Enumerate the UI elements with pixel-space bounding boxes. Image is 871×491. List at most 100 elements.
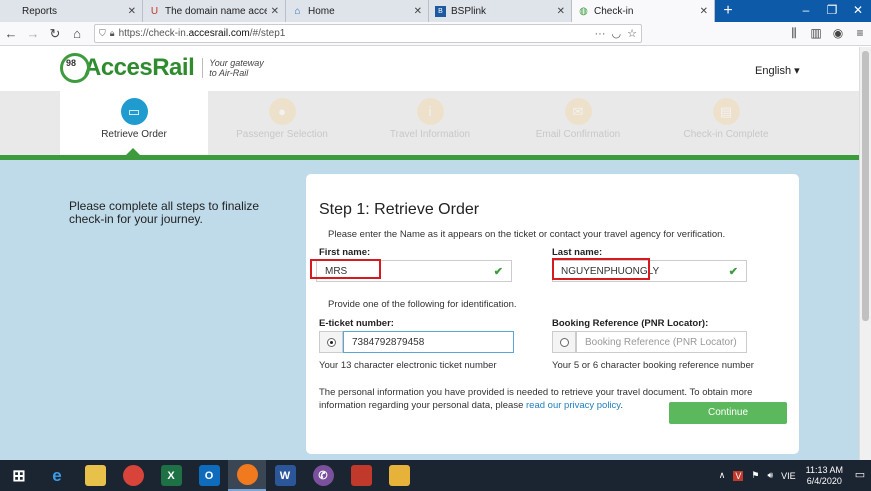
speaker-icon[interactable]: 🔊︎: [767, 470, 773, 481]
close-icon[interactable]: ✕: [414, 6, 422, 17]
intro-text: Please complete all steps to finalize ch…: [69, 199, 260, 226]
forward-arrow-icon[interactable]: →: [22, 23, 44, 45]
info-icon: i: [416, 98, 444, 125]
windows-start-icon[interactable]: ⊞: [0, 460, 38, 491]
restore-icon[interactable]: ❐: [819, 0, 845, 22]
system-tray: ∧ V ⚑ 🔊︎ VIE 11:13 AM 6/4/2020 ▭: [715, 460, 871, 491]
checkmark-icon: ✔: [728, 265, 738, 278]
web-page: 98 AccesRail Your gateway to Air-Rail En…: [0, 47, 859, 460]
step-label: Retrieve Order: [101, 129, 167, 140]
highlight-box: [552, 258, 650, 280]
viber-icon[interactable]: ✆: [304, 460, 342, 491]
shield-icon[interactable]: ⛉: [99, 28, 106, 39]
eticket-input[interactable]: 7384792879458: [343, 331, 514, 353]
more-icon[interactable]: ···: [595, 28, 606, 40]
internet-explorer-icon[interactable]: e: [38, 460, 76, 491]
step-label: Check-in Complete: [683, 129, 769, 140]
first-name-label: First name:: [319, 247, 371, 258]
minimize-icon[interactable]: –: [793, 0, 819, 22]
star-icon[interactable]: ☆: [627, 27, 637, 40]
privacy-policy-link[interactable]: read our privacy policy: [526, 400, 620, 411]
bsp-icon: B: [435, 5, 446, 17]
eticket-value: 7384792879458: [352, 336, 425, 348]
toolbar-right: ⫼ ▥ ◉ ≡: [783, 26, 871, 41]
continue-button[interactable]: Continue: [669, 402, 787, 424]
step-label: Travel Information: [389, 129, 471, 140]
tab-label: Reports: [22, 5, 58, 17]
red-app-icon[interactable]: [342, 460, 380, 491]
chrome-icon[interactable]: [114, 460, 152, 491]
reload-icon[interactable]: ↻: [44, 23, 66, 45]
browser-tab-reports[interactable]: Reports ✕: [0, 0, 143, 22]
eticket-label: E-ticket number:: [319, 318, 394, 329]
system-clock[interactable]: 11:13 AM 6/4/2020: [806, 465, 843, 487]
step-email-confirmation: ✉ Email Confirmation: [504, 91, 652, 155]
checkmark-icon: ✔: [493, 265, 503, 278]
chevron-up-icon[interactable]: ∧: [719, 470, 726, 481]
windows-taskbar: ⊞ e X O W ✆ ∧ V ⚑ 🔊︎ VIE 11:13 AM 6/4/20…: [0, 460, 871, 491]
eticket-radio[interactable]: [319, 331, 343, 353]
map-app-icon[interactable]: [380, 460, 418, 491]
v-app-icon[interactable]: V: [733, 470, 744, 481]
logo-tagline: Your gateway to Air-Rail: [202, 58, 264, 78]
menu-icon[interactable]: ≡: [849, 26, 871, 41]
tab-label: Check-in: [594, 5, 634, 17]
firefox-icon[interactable]: [228, 460, 266, 491]
page-scrollbar[interactable]: [859, 47, 871, 460]
excel-icon[interactable]: X: [152, 460, 190, 491]
step-retrieve-order: ▭ Retrieve Order: [60, 91, 208, 155]
word-icon[interactable]: W: [266, 460, 304, 491]
step-passenger-selection: ● Passenger Selection: [208, 91, 356, 155]
language-indicator[interactable]: VIE: [781, 471, 796, 481]
browser-tab-checkin[interactable]: ◍ Check-in ✕: [572, 0, 715, 22]
logo-ring: 98: [60, 53, 90, 83]
language-selector[interactable]: English ▾: [755, 64, 800, 77]
outlook-icon[interactable]: O: [190, 460, 228, 491]
document-icon: ▤: [712, 98, 740, 125]
browser-tab-bsplink[interactable]: B BSPlink ✕: [429, 0, 572, 22]
url-bar[interactable]: ⛉ 🔒︎ https://check-in.accesrail.com/#/st…: [94, 24, 642, 43]
step-label: Passenger Selection: [236, 129, 328, 140]
identification-text: Provide one of the following for identif…: [328, 299, 517, 310]
close-icon[interactable]: ✕: [271, 6, 279, 17]
eticket-hint: Your 13 character electronic ticket numb…: [319, 360, 497, 371]
file-explorer-icon[interactable]: [76, 460, 114, 491]
pnr-radio[interactable]: [552, 331, 576, 353]
browser-tab-domain[interactable]: U The domain name accessrail.co ✕: [143, 0, 286, 22]
globe-icon: ◍: [579, 5, 588, 17]
tab-label: The domain name accessrail.co: [165, 5, 267, 17]
magnet-icon: U: [150, 5, 159, 17]
lock-icon[interactable]: 🔒︎: [110, 28, 115, 39]
pnr-placeholder: Booking Reference (PNR Locator): [585, 336, 737, 348]
step-checkin-complete: ▤ Check-in Complete: [652, 91, 800, 155]
home-icon[interactable]: ⌂: [66, 23, 88, 45]
flag-icon[interactable]: ⚑: [751, 470, 759, 481]
last-name-label: Last name:: [552, 247, 603, 258]
pnr-label: Booking Reference (PNR Locator):: [552, 318, 709, 329]
account-icon[interactable]: ◉: [827, 26, 849, 41]
library-icon[interactable]: ⫼: [783, 26, 805, 41]
notification-icon[interactable]: ▭: [849, 460, 871, 491]
instruction-text: Please enter the Name as it appears on t…: [328, 229, 726, 240]
close-icon[interactable]: ✕: [700, 6, 708, 17]
pnr-hint: Your 5 or 6 character booking reference …: [552, 360, 754, 371]
tab-label: BSPlink: [451, 5, 487, 17]
accesrail-logo[interactable]: 98 AccesRail Your gateway to Air-Rail: [60, 53, 264, 83]
window-controls: – ❐ ✕: [793, 0, 871, 22]
step-label: Email Confirmation: [535, 129, 621, 140]
new-tab-button[interactable]: +: [715, 0, 741, 22]
envelope-icon: ✉: [564, 98, 592, 125]
pnr-input[interactable]: Booking Reference (PNR Locator): [576, 331, 747, 353]
close-window-icon[interactable]: ✕: [845, 0, 871, 22]
sidebar-icon[interactable]: ▥: [805, 26, 827, 41]
close-icon[interactable]: ✕: [557, 6, 565, 17]
logo-name: AccesRail: [84, 54, 195, 81]
pocket-icon[interactable]: ◡: [612, 27, 622, 40]
browser-tab-home[interactable]: ⌂ Home ✕: [286, 0, 429, 22]
main-content: Please complete all steps to finalize ch…: [0, 160, 859, 460]
step-progress-bar: ▭ Retrieve Order ● Passenger Selection i…: [0, 91, 859, 155]
back-arrow-icon[interactable]: ←: [0, 23, 22, 45]
close-icon[interactable]: ✕: [128, 6, 136, 17]
form-title: Step 1: Retrieve Order: [319, 201, 480, 218]
site-header: 98 AccesRail Your gateway to Air-Rail En…: [0, 47, 859, 91]
